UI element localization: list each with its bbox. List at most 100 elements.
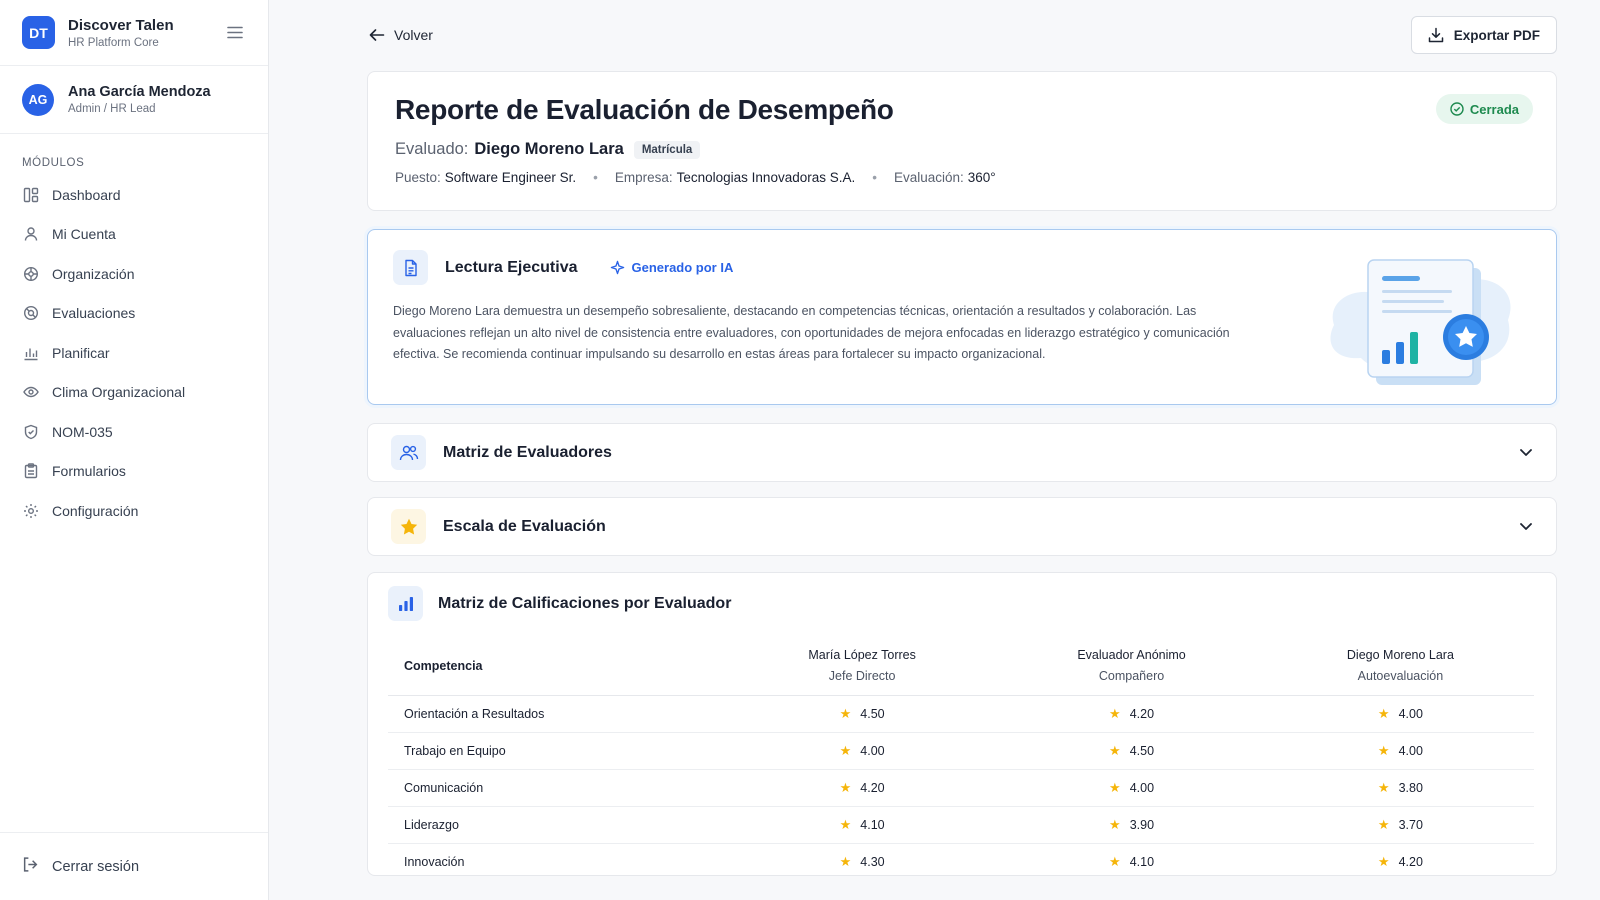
evaluator-header: Diego Moreno Lara Autoevaluación <box>1266 637 1534 696</box>
sidebar-item-label: Dashboard <box>52 186 121 203</box>
competence-cell: Innovación <box>404 854 465 869</box>
score-value: 4.00 <box>860 743 885 758</box>
sidebar: DT Discover Talen HR Platform Core AG An… <box>0 0 269 900</box>
topbar: Volver Exportar PDF <box>369 16 1557 54</box>
shield-icon <box>22 423 39 440</box>
company-label: Empresa: <box>614 170 673 185</box>
star-icon: ★ <box>1109 779 1121 795</box>
score-cell: ★ 4.30 <box>728 843 996 880</box>
user-role: Admin / HR Lead <box>68 103 156 115</box>
sidebar-item-label: Mi Cuenta <box>52 226 116 243</box>
chart-icon <box>22 344 39 361</box>
hamburger-menu-icon[interactable] <box>224 22 246 44</box>
report-meta: Puesto: Software Engineer Sr. • Empresa:… <box>395 170 1529 185</box>
scores-table: Competencia María López Torres Jefe Direc… <box>388 637 1534 880</box>
score-cell: ★ 4.50 <box>728 695 997 733</box>
eye-icon <box>22 384 39 401</box>
star-icon: ★ <box>1377 853 1390 869</box>
sidebar-item-label: Clima Organizacional <box>52 384 186 401</box>
score-cell: ★ 4.10 <box>996 843 1267 880</box>
evaluator-role: Compañero <box>1098 669 1165 684</box>
bar-chart-icon <box>388 586 423 621</box>
scores-matrix-title: Matriz de Calificaciones por Evaluador <box>438 594 732 612</box>
accordion-title: Escala de Evaluación <box>443 517 606 535</box>
evaluation-scale-accordion[interactable]: Escala de Evaluación <box>367 497 1557 556</box>
arrow-left-icon <box>369 29 385 41</box>
sidebar-item-dashboard[interactable]: Dashboard <box>0 175 268 215</box>
sidebar-item-nom-035[interactable]: NOM-035 <box>0 412 268 452</box>
user-icon <box>22 226 39 243</box>
star-icon: ★ <box>839 779 852 795</box>
score-value: 4.30 <box>860 854 885 869</box>
table-row: Innovación ★ 4.30 ★ 4.10 ★ 4.20 <box>388 843 1534 880</box>
chevron-down-icon[interactable] <box>1519 522 1533 531</box>
score-value: 4.20 <box>1129 706 1155 721</box>
sidebar-item-clima-organizacional[interactable]: Clima Organizacional <box>0 373 268 413</box>
evaluator-name: María López Torres <box>808 648 916 663</box>
score-value: 3.70 <box>1398 817 1423 832</box>
export-pdf-button[interactable]: Exportar PDF <box>1410 16 1557 54</box>
back-label: Volver <box>394 27 433 43</box>
score-value: 4.20 <box>1398 854 1423 869</box>
logout-button[interactable]: Cerrar sesión <box>0 832 268 900</box>
competence-cell: Trabajo en Equipo <box>388 732 728 770</box>
evaluators-matrix-accordion[interactable]: Matriz de Evaluadores <box>367 423 1557 482</box>
brand-name: Discover Talen <box>68 16 174 34</box>
star-icon: ★ <box>839 853 852 869</box>
evaluated-row: Evaluado: Diego Moreno Lara Matrícula <box>395 140 1529 159</box>
sidebar-item-formularios[interactable]: Formularios <box>0 452 268 492</box>
sidebar-item-label: NOM-035 <box>52 423 113 440</box>
sidebar-item-organizacion[interactable]: Organización <box>0 254 268 294</box>
score-value: 4.50 <box>860 706 885 721</box>
avatar: AG <box>22 83 54 116</box>
star-icon: ★ <box>1109 705 1121 721</box>
star-icon: ★ <box>1377 705 1390 721</box>
document-icon <box>393 250 428 285</box>
score-cell: ★ 4.00 <box>996 769 1267 807</box>
evaluator-role: Jefe Directo <box>828 669 896 684</box>
separator-dot: • <box>593 170 598 185</box>
brand-header: DT Discover Talen HR Platform Core <box>0 0 268 66</box>
table-row: Liderazgo ★ 4.10 ★ 3.90 ★ 3.70 <box>388 806 1534 844</box>
user-profile[interactable]: AG Ana García Mendoza Admin / HR Lead <box>0 66 268 134</box>
clipboard-icon <box>22 463 39 480</box>
table-row: Orientación a Resultados ★ 4.50 ★ 4.20 ★ 4.… <box>388 695 1534 733</box>
back-button[interactable]: Volver <box>369 27 433 43</box>
executive-summary-card: Lectura Ejecutiva Generado por IA Diego … <box>367 229 1557 405</box>
sidebar-item-label: Formularios <box>52 463 126 480</box>
evaluation-label: Evaluación: <box>893 170 964 185</box>
score-value: 4.10 <box>1129 854 1155 869</box>
sidebar-item-evaluaciones[interactable]: Evaluaciones <box>0 294 268 334</box>
evaluator-header: Evaluador Anónimo Compañero <box>996 637 1267 696</box>
star-icon: ★ <box>1377 742 1390 758</box>
check-circle-icon <box>1450 102 1464 116</box>
report-illustration <box>1330 259 1511 385</box>
score-cell: ★ 4.00 <box>1266 695 1534 733</box>
company-value: Tecnologias Innovadoras S.A. <box>676 170 856 185</box>
score-cell: ★ 4.20 <box>996 695 1267 733</box>
sidebar-item-configuracion[interactable]: Configuración <box>0 491 268 531</box>
star-icon: ★ <box>1109 853 1121 869</box>
score-value: 4.10 <box>860 817 885 832</box>
star-icon: ★ <box>1377 779 1390 795</box>
sidebar-item-label: Planificar <box>52 344 110 361</box>
export-pdf-label: Exportar PDF <box>1453 27 1540 43</box>
star-icon: ★ <box>839 705 852 721</box>
status-badge: Cerrada <box>1435 94 1533 124</box>
score-value: 4.50 <box>1129 743 1155 758</box>
score-cell: ★ 4.00 <box>1266 732 1534 770</box>
evaluation-value: 360° <box>967 170 996 185</box>
sidebar-item-planificar[interactable]: Planificar <box>0 333 268 373</box>
modules-section-title: MÓDULOS <box>22 157 85 169</box>
scores-matrix-card: Matriz de Calificaciones por Evaluador C… <box>367 572 1557 876</box>
score-cell: ★ 3.80 <box>1266 769 1534 807</box>
report-header-card: Reporte de Evaluación de Desempeño Cerra… <box>367 71 1557 211</box>
star-icon: ★ <box>1109 816 1121 832</box>
chevron-down-icon[interactable] <box>1519 448 1533 457</box>
sidebar-item-label: Evaluaciones <box>52 305 136 322</box>
score-value: 4.00 <box>1129 780 1155 795</box>
page-title: Reporte de Evaluación de Desempeño <box>395 94 894 125</box>
evaluator-name: Diego Moreno Lara <box>1346 648 1454 663</box>
position-label: Puesto: <box>395 170 441 185</box>
sidebar-item-mi-cuenta[interactable]: Mi Cuenta <box>0 215 268 255</box>
